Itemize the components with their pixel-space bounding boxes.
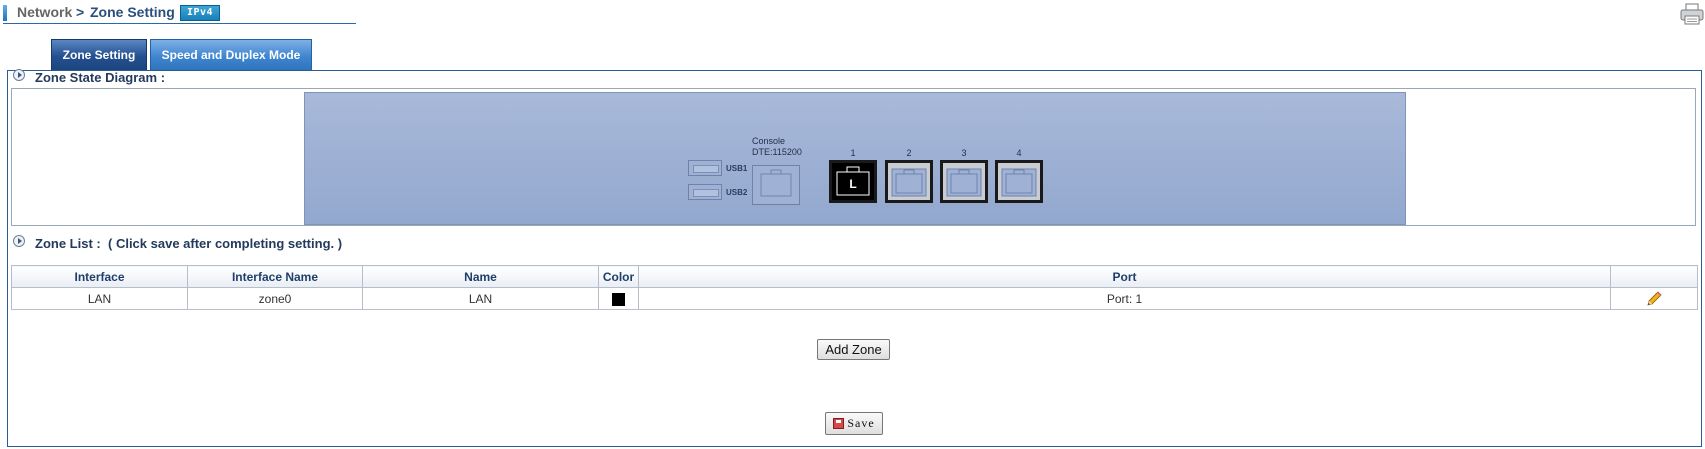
rj-socket-icon bbox=[946, 168, 982, 197]
save-button-label: Save bbox=[847, 416, 875, 430]
ipv4-badge: IPv4 bbox=[180, 5, 220, 21]
table-row: LAN zone0 LAN Port: 1 bbox=[11, 287, 1698, 310]
lan-port-4-number: 4 bbox=[1016, 148, 1022, 158]
zone-list-hint: ( Click save after completing setting. ) bbox=[108, 236, 343, 251]
table-header-row: Interface Interface Name Name Color Port bbox=[11, 265, 1698, 288]
console-port bbox=[752, 165, 800, 205]
tab-speed-and-duplex-mode[interactable]: Speed and Duplex Mode bbox=[150, 39, 312, 70]
lan-port-2-socket bbox=[885, 160, 933, 203]
cell-name: LAN bbox=[362, 287, 599, 310]
arrow-circle-icon bbox=[13, 69, 25, 81]
cell-color bbox=[598, 287, 639, 310]
zone-list-table: Interface Interface Name Name Color Port… bbox=[11, 265, 1698, 310]
column-header-interface-name: Interface Name bbox=[187, 265, 363, 288]
tab-zone-setting[interactable]: Zone Setting bbox=[51, 39, 147, 70]
rj-socket-icon bbox=[891, 168, 927, 197]
console-sublabel: DTE:115200 bbox=[752, 147, 802, 157]
pencil-icon[interactable] bbox=[1645, 290, 1663, 308]
zone-state-diagram-title: Zone State Diagram : bbox=[35, 70, 166, 85]
add-zone-button[interactable]: Add Zone bbox=[817, 339, 890, 360]
rj-socket-icon bbox=[760, 169, 792, 197]
zone-state-diagram: USB1 USB2 Console DTE:115200 1 L 2 3 4 bbox=[11, 88, 1696, 226]
cell-actions bbox=[1610, 287, 1698, 310]
usb1-port bbox=[688, 160, 722, 176]
cell-interface-name: zone0 bbox=[187, 287, 363, 310]
color-swatch bbox=[612, 292, 625, 306]
zone-list-title: Zone List : bbox=[35, 236, 101, 251]
save-icon bbox=[833, 418, 845, 429]
breadcrumb-separator: > bbox=[76, 4, 85, 20]
printer-icon[interactable] bbox=[1680, 3, 1704, 25]
column-header-actions bbox=[1610, 265, 1698, 288]
rj-socket-icon bbox=[1001, 168, 1037, 197]
breadcrumb-current: Zone Setting bbox=[90, 4, 175, 20]
breadcrumb: Network > Zone Setting IPv4 bbox=[3, 0, 356, 24]
lan-port-4-socket bbox=[995, 160, 1043, 203]
lan-port-1-socket: L bbox=[829, 160, 877, 203]
lan-port-2-number: 2 bbox=[906, 148, 912, 158]
usb1-label: USB1 bbox=[726, 164, 748, 173]
cell-port: Port: 1 bbox=[638, 287, 1611, 310]
console-label: Console bbox=[752, 136, 786, 146]
column-header-interface: Interface bbox=[11, 265, 188, 288]
column-header-color: Color bbox=[598, 265, 639, 288]
cell-interface: LAN bbox=[11, 287, 188, 310]
lan-port-3-number: 3 bbox=[961, 148, 967, 158]
save-button[interactable]: Save bbox=[825, 412, 883, 435]
device-front-panel: USB1 USB2 Console DTE:115200 1 L 2 3 4 bbox=[304, 92, 1406, 225]
arrow-circle-icon bbox=[13, 235, 25, 247]
lan-port-1-zone-label: L bbox=[849, 177, 857, 191]
column-header-port: Port bbox=[638, 265, 1611, 288]
usb2-port bbox=[688, 184, 722, 200]
zone-setting-panel: Zone State Diagram : USB1 USB2 Console D… bbox=[7, 69, 1702, 447]
lan-port-3-socket bbox=[940, 160, 988, 203]
column-header-name: Name bbox=[362, 265, 599, 288]
lan-port-1-number: 1 bbox=[850, 148, 856, 158]
breadcrumb-root[interactable]: Network bbox=[17, 4, 72, 20]
usb2-label: USB2 bbox=[726, 188, 748, 197]
breadcrumb-bar bbox=[3, 5, 7, 21]
